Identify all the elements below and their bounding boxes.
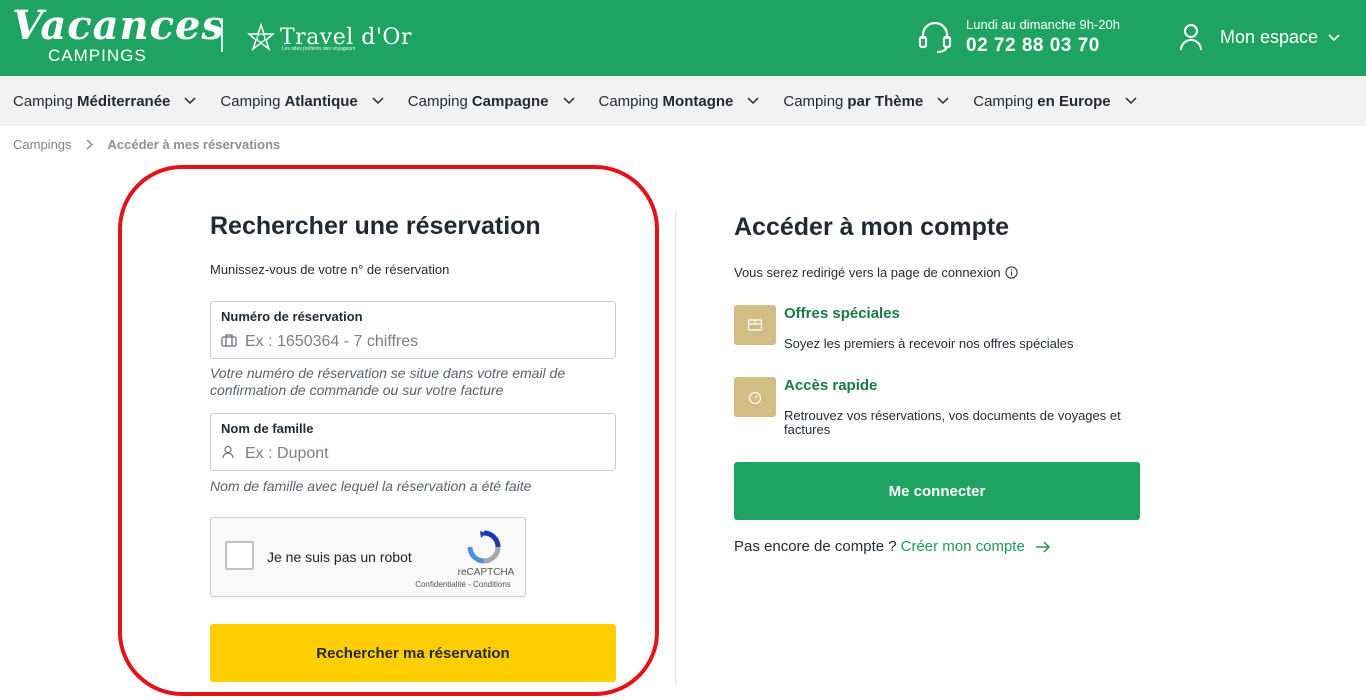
feature-special-offers-title: Offres spéciales: [784, 305, 900, 322]
nav-item-campagne[interactable]: Camping Campagne: [408, 93, 575, 110]
last-name-field[interactable]: Nom de famille: [210, 413, 616, 471]
site-logo[interactable]: Vacances: [12, 4, 225, 48]
info-icon[interactable]: [1005, 266, 1018, 279]
nav-item-europe[interactable]: Camping en Europe: [973, 92, 1137, 110]
nav-item-theme[interactable]: Camping par Thème: [783, 93, 949, 110]
nav-item-label: Atlantique: [284, 92, 358, 110]
nav-item-label: par Thème: [847, 92, 924, 110]
suitcase-icon: [221, 334, 237, 347]
account-label: Mon espace: [1220, 27, 1319, 47]
nav-item-label: en Europe: [1037, 92, 1111, 110]
search-subtitle: Munissez-vous de votre n° de réservation: [210, 262, 450, 277]
booking-number-label: Numéro de réservation: [221, 309, 363, 324]
site-logo-subtitle: CAMPINGS: [48, 46, 147, 65]
booking-number-field[interactable]: Numéro de réservation: [210, 301, 616, 359]
headset-icon: [918, 21, 952, 54]
nav-item-label: Campagne: [471, 92, 549, 110]
nav-item-prefix: Camping: [13, 92, 74, 110]
chevron-down-icon: [747, 97, 759, 105]
account-title: Accéder à mon compte: [734, 213, 1010, 241]
nav-item-prefix: Camping: [973, 92, 1034, 110]
recaptcha-checkbox[interactable]: [225, 541, 254, 570]
recaptcha-icon: [467, 530, 501, 564]
feature-special-offers-desc: Soyez les premiers à recevoir nos offres…: [784, 336, 1074, 351]
breadcrumb-current: Accéder à mes réservations: [107, 137, 281, 152]
nav-item-prefix: Camping: [220, 92, 281, 110]
login-button[interactable]: Me connecter: [734, 462, 1140, 520]
phone-number[interactable]: 02 72 88 03 70: [966, 35, 1100, 57]
main-nav: Camping Méditerranée Camping Atlantique Ca…: [0, 76, 1366, 126]
nav-item-label: Méditerranée: [77, 92, 171, 110]
create-account-link[interactable]: Créer mon compte: [901, 538, 1025, 555]
recaptcha-label: Je ne suis pas un robot: [267, 549, 412, 565]
nav-item-mediterranee[interactable]: Camping Méditerranée: [13, 93, 196, 110]
last-name-input[interactable]: [245, 443, 605, 465]
chevron-down-icon: [937, 97, 949, 105]
search-title: Rechercher une réservation: [210, 212, 541, 240]
chevron-down-icon: [1125, 97, 1137, 105]
chevron-down-icon: [372, 97, 384, 105]
speed-gauge-icon: [734, 377, 776, 417]
partner-logo: Travel d'Or Les sites préférés des voyag…: [246, 22, 412, 52]
account-subtitle: Vous serez redirigé vers la page de conn…: [734, 265, 1018, 280]
chevron-right-icon: [86, 139, 93, 150]
search-reservation-button[interactable]: Rechercher ma réservation: [210, 624, 616, 682]
nav-item-prefix: Camping: [407, 92, 468, 110]
column-divider: [675, 212, 676, 684]
account-menu[interactable]: Mon espace: [1220, 27, 1340, 48]
account-subtitle-text: Vous serez redirigé vers la page de conn…: [734, 265, 1001, 280]
booking-number-input[interactable]: [245, 331, 605, 353]
partner-tagline: Les sites préférés des voyageurs: [282, 46, 356, 52]
breadcrumb: Campings Accéder à mes réservations: [13, 137, 280, 152]
person-icon: [222, 445, 234, 459]
logo-separator: [221, 22, 223, 52]
recaptcha-widget: Je ne suis pas un robot reCAPTCHA Confid…: [210, 517, 526, 597]
star-icon: [246, 22, 276, 52]
last-name-label: Nom de famille: [221, 421, 314, 436]
nav-item-prefix: Camping: [598, 92, 659, 110]
chevron-down-icon: [1328, 33, 1340, 41]
gift-card-icon: [734, 305, 776, 345]
recaptcha-brand: reCAPTCHA: [457, 567, 515, 578]
top-header: Vacances CAMPINGS Travel d'Or Les sites …: [0, 0, 1366, 76]
signup-prompt: Pas encore de compte ? Créer mon compte: [734, 538, 1051, 555]
nav-item-montagne[interactable]: Camping Montagne: [599, 93, 760, 110]
feature-quick-access-desc: Retrouvez vos réservations, vos document…: [784, 408, 1121, 437]
breadcrumb-home[interactable]: Campings: [13, 137, 72, 152]
no-account-text: Pas encore de compte ?: [734, 538, 897, 555]
arrow-right-icon[interactable]: [1035, 540, 1051, 553]
feature-quick-access-title: Accès rapide: [784, 377, 878, 394]
opening-hours: Lundi au dimanche 9h-20h: [966, 17, 1120, 32]
user-icon[interactable]: [1180, 23, 1202, 51]
booking-number-help: Votre numéro de réservation se situe dan…: [210, 365, 566, 398]
nav-item-atlantique[interactable]: Camping Atlantique: [220, 92, 384, 110]
last-name-help: Nom de famille avec lequel la réservatio…: [210, 478, 532, 494]
recaptcha-links[interactable]: Confidentialité - Conditions: [401, 580, 525, 589]
nav-item-label: Montagne: [662, 92, 734, 110]
nav-item-prefix: Camping: [783, 92, 844, 110]
chevron-down-icon: [562, 97, 575, 105]
chevron-down-icon: [184, 97, 196, 105]
